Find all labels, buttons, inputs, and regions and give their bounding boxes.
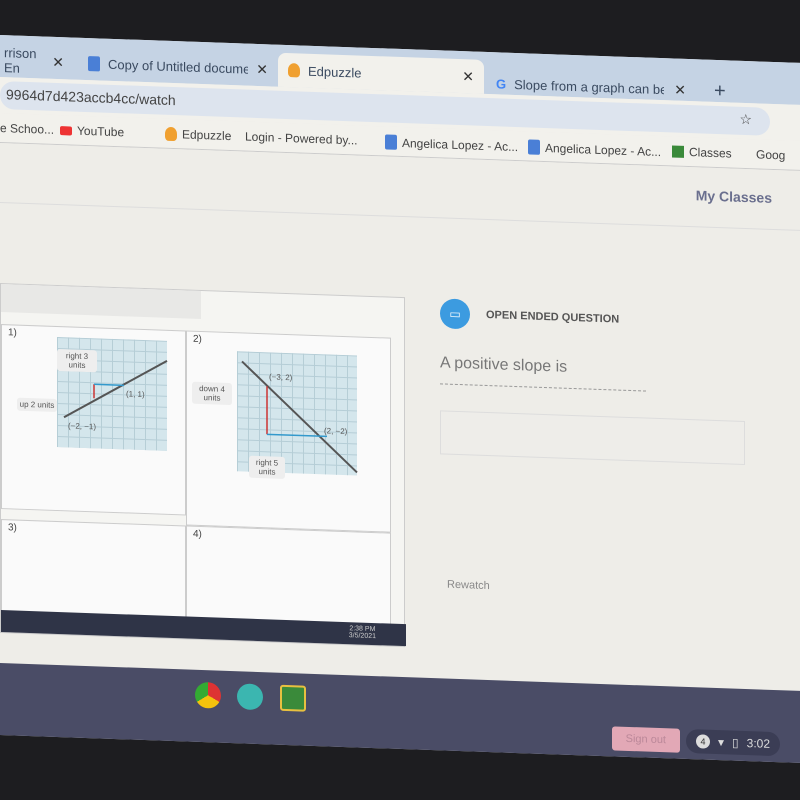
bookmark-label: Goog xyxy=(756,147,786,163)
annotation-down: down 4 units xyxy=(192,381,232,406)
bookmark-label: Login - Powered by... xyxy=(245,129,358,148)
bookmark-label: Angelica Lopez - Ac... xyxy=(402,135,519,154)
point-label: (2, −2) xyxy=(324,426,348,437)
chrome-icon[interactable] xyxy=(195,681,221,709)
classroom-icon xyxy=(672,145,684,158)
annotation-right: right 3 units xyxy=(57,348,97,373)
bookmark-label: Angelica Lopez - Ac... xyxy=(545,140,662,159)
annotation-up: up 2 units xyxy=(17,397,57,412)
classroom-icon[interactable] xyxy=(280,684,306,712)
point-label: (−3, 2) xyxy=(269,372,293,383)
bookmark-doc[interactable]: Angelica Lopez - Ac... xyxy=(528,139,661,159)
docs-icon xyxy=(528,139,540,155)
battery-icon: ▯ xyxy=(732,735,739,750)
bookmark-login[interactable]: Login - Powered by... xyxy=(245,130,358,148)
problem-2: 2) down 4 units right 5 units (−3, 2) (2… xyxy=(186,330,391,533)
bookmark-drive[interactable]: Goog xyxy=(756,147,785,162)
tab-label: Copy of Untitled document - ( xyxy=(108,56,248,77)
edpuzzle-icon xyxy=(288,63,300,78)
rewatch-button[interactable]: Rewatch xyxy=(447,579,490,592)
taskbar-date: 3/5/2021 xyxy=(348,632,376,641)
close-icon[interactable]: ✕ xyxy=(462,68,474,85)
url-text: 9964d7d423accb4cc/watch xyxy=(6,86,176,109)
edpuzzle-icon xyxy=(165,126,177,142)
close-icon[interactable]: ✕ xyxy=(674,81,686,98)
bookmark-edpuzzle[interactable]: Edpuzzle xyxy=(165,126,232,144)
point-label: (1, 1) xyxy=(126,389,145,400)
status-tray[interactable]: 4 ▾ ▯ 3:02 xyxy=(686,728,780,757)
notification-badge: 4 xyxy=(696,734,710,749)
star-icon[interactable]: ☆ xyxy=(739,111,752,128)
bookmark-youtube[interactable]: YouTube xyxy=(60,123,124,139)
close-icon[interactable]: ✕ xyxy=(256,60,268,77)
bookmark[interactable]: e Schoo... xyxy=(0,121,54,137)
tab-0[interactable]: rrison En ✕ xyxy=(0,43,74,80)
bookmark-label: Edpuzzle xyxy=(182,127,232,144)
bookmark-label: YouTube xyxy=(77,123,125,140)
apps-icon[interactable] xyxy=(237,683,263,711)
close-icon[interactable]: ✕ xyxy=(52,53,64,70)
answer-input[interactable] xyxy=(440,410,745,466)
point-label: (−2, −1) xyxy=(68,421,97,432)
google-icon: G xyxy=(496,75,507,92)
bookmark-label: Classes xyxy=(689,145,732,161)
tab-label: Slope from a graph can be fo xyxy=(514,76,665,97)
docs-icon xyxy=(88,55,100,71)
question-type: OPEN ENDED QUESTION xyxy=(486,308,620,326)
bookmark-doc[interactable]: Angelica Lopez - Ac... xyxy=(385,134,518,154)
slope-line xyxy=(241,360,358,474)
docs-icon xyxy=(385,134,397,150)
drawing-toolbar xyxy=(1,284,201,320)
comment-icon: ▭ xyxy=(440,298,470,330)
problem-number: 4) xyxy=(193,528,202,541)
tab-label: rrison En xyxy=(4,45,37,76)
youtube-icon xyxy=(60,125,72,136)
tab-label: Edpuzzle xyxy=(308,63,362,81)
question-panel: ▭ OPEN ENDED QUESTION A positive slope is xyxy=(440,298,760,466)
edpuzzle-page: My Classes 1) right 3 units up 2 units (… xyxy=(0,143,800,691)
sign-out-button[interactable]: Sign out xyxy=(611,726,680,753)
screen: rrison En ✕ Copy of Untitled document - (… xyxy=(0,35,800,763)
video-player[interactable]: 1) right 3 units up 2 units (1, 1) (−2, … xyxy=(0,283,406,648)
problem-1: 1) right 3 units up 2 units (1, 1) (−2, … xyxy=(1,324,186,516)
problem-number: 3) xyxy=(8,522,17,534)
wifi-icon: ▾ xyxy=(718,735,725,750)
problem-3: 3) xyxy=(1,519,186,621)
bookmark-classes[interactable]: Classes xyxy=(672,144,732,161)
clock: 3:02 xyxy=(746,736,770,751)
problem-4: 4) xyxy=(186,525,391,628)
my-classes-link[interactable]: My Classes xyxy=(696,187,772,206)
annotation-right: right 5 units xyxy=(249,455,285,479)
